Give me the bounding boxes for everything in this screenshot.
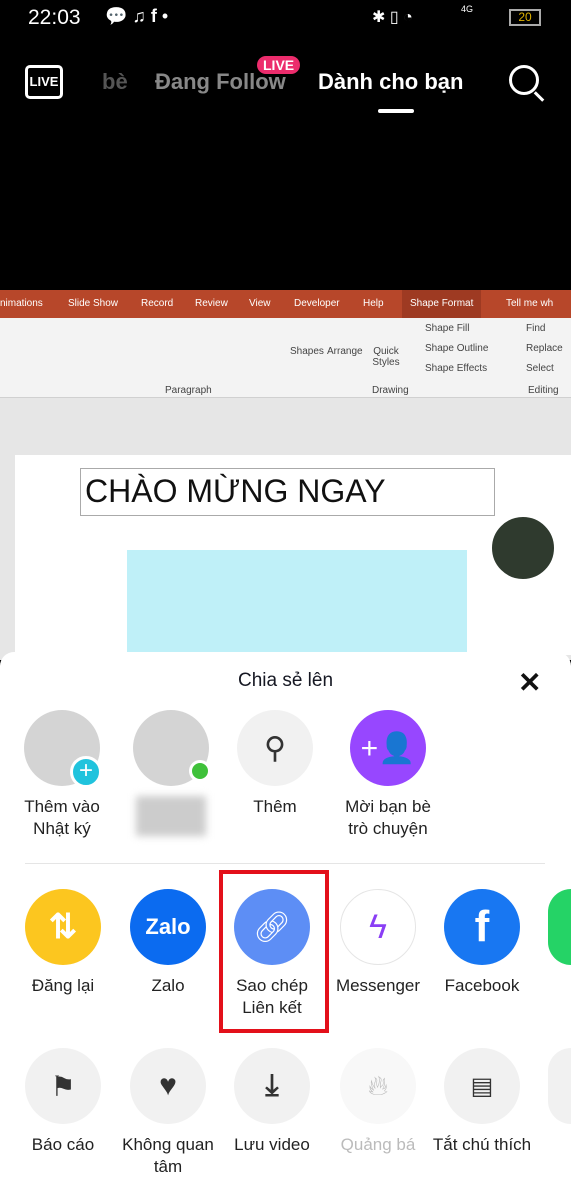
download-icon: ⤓	[234, 1048, 310, 1124]
broken-heart-icon: ♥	[130, 1048, 206, 1124]
battery-icon: 20	[509, 9, 541, 26]
slide-title: CHÀO MỪNG NGAY	[85, 473, 386, 509]
label: Thêm vào Nhật ký	[24, 797, 100, 838]
ribbon-tab: View	[249, 298, 271, 309]
ribbon: Shapes Arrange Quick Styles Shape Fill S…	[0, 318, 571, 398]
ribbon-group: Paragraph	[165, 385, 212, 396]
whatsapp-icon[interactable]	[548, 889, 571, 965]
label: Mời bạn bè trò chuyện	[345, 797, 431, 838]
avatar-placeholder-icon	[133, 710, 211, 786]
label: Messenger	[335, 976, 421, 995]
ribbon-btn: Quick Styles	[372, 346, 400, 368]
ribbon-tab: Record	[141, 298, 174, 309]
share-messenger[interactable]: ϟ Messenger	[326, 889, 430, 997]
label: Đăng lại	[31, 976, 95, 995]
ribbon-tab: nimations	[0, 298, 43, 309]
notification-icons: 💬 ♫ f •	[105, 6, 169, 26]
ribbon-btn: Shape Outline	[425, 343, 489, 354]
active-tab-indicator	[378, 109, 414, 113]
label: Thêm	[253, 797, 297, 816]
search-icon-handle	[533, 91, 545, 102]
label: Lưu video	[234, 1135, 310, 1154]
ribbon-tab-active: Shape Format	[402, 290, 482, 318]
live-badge: LIVE	[257, 56, 301, 74]
share-invite-friends[interactable]: +👤 Mời bạn bè trò chuyện	[336, 710, 440, 840]
top-nav: LIVE bè Đang Follow LIVE Dành cho bạn	[0, 55, 571, 115]
action-captions-off[interactable]: ▤ Tắt chú thích	[430, 1048, 534, 1156]
ribbon-tabs: nimations Slide Show Record Review View …	[0, 290, 571, 318]
ribbon-btn: Find	[526, 323, 546, 334]
zalo-icon: Zalo	[130, 889, 206, 965]
highlight-box	[219, 870, 329, 1033]
tab-for-you[interactable]: Dành cho bạn	[318, 69, 463, 95]
status-bar: 22:03 💬 ♫ f • ✱ ▯ ◔ 4G 20	[0, 0, 571, 38]
ribbon-btn: Arrange	[327, 346, 363, 357]
messenger-icon: ϟ	[340, 889, 416, 965]
ribbon-tab: Review	[195, 298, 228, 309]
system-icons: ✱ ▯ ◔	[372, 9, 413, 26]
action-save-video[interactable]: ⤓ Lưu video	[220, 1048, 324, 1156]
label: Quảng bá	[340, 1135, 416, 1154]
label: Facebook	[444, 976, 520, 995]
ribbon-tab: Tell me wh	[506, 298, 554, 309]
ribbon-btn: Replace	[526, 343, 563, 354]
share-add-to-story[interactable]: + Thêm vào Nhật ký	[10, 710, 114, 840]
blurred-name	[136, 796, 206, 836]
video-content[interactable]: nimations Slide Show Record Review View …	[0, 290, 571, 660]
ribbon-btn: Shapes	[290, 346, 324, 357]
action-promote: 🔥︎ Quảng bá	[326, 1048, 430, 1156]
online-dot	[189, 760, 211, 782]
ribbon-tab: Help	[363, 298, 384, 309]
label: Báo cáo	[31, 1135, 95, 1154]
more-action-icon[interactable]	[548, 1048, 571, 1124]
share-facebook[interactable]: f Facebook	[430, 889, 534, 997]
avatar-placeholder-icon: +	[24, 710, 102, 788]
repost-icon: ⇅	[25, 889, 101, 965]
label: Tắt chú thích	[432, 1135, 532, 1154]
ribbon-btn: Shape Fill	[425, 323, 470, 334]
divider	[25, 863, 545, 864]
share-more-contacts[interactable]: ⚲ Thêm	[223, 710, 327, 818]
add-person-icon: +👤	[350, 710, 426, 786]
tab-friends[interactable]: bè	[102, 69, 128, 95]
flame-icon: 🔥︎	[340, 1048, 416, 1124]
search-icon: ⚲	[237, 710, 313, 786]
slide: CHÀO MỪNG NGAY	[15, 455, 571, 660]
label: Không quan tâm	[122, 1135, 214, 1176]
share-repost[interactable]: ⇅ Đăng lại	[11, 889, 115, 997]
ribbon-tab: Developer	[294, 298, 340, 309]
action-report[interactable]: ⚑ Báo cáo	[11, 1048, 115, 1156]
slide-image	[127, 550, 467, 660]
action-not-interested[interactable]: ♥ Không quan tâm	[116, 1048, 220, 1178]
clock: 22:03	[28, 6, 81, 29]
share-title: Chia sẻ lên	[237, 670, 334, 691]
ribbon-tab: Slide Show	[68, 298, 119, 309]
plus-icon: +	[70, 756, 102, 788]
share-sheet: Chia sẻ lên ✕ + Thêm vào Nhật ký ⚲ Thêm …	[0, 652, 571, 1200]
facebook-icon: f	[444, 889, 520, 965]
captions-off-icon: ▤	[444, 1048, 520, 1124]
ribbon-btn: Select	[526, 363, 554, 374]
ribbon-group: Drawing	[372, 385, 409, 396]
ribbon-group: Editing	[528, 385, 559, 396]
search-icon[interactable]	[509, 65, 539, 95]
share-contact[interactable]	[119, 710, 223, 836]
network-label: 4G	[461, 4, 474, 14]
live-tv-icon[interactable]: LIVE	[25, 65, 63, 99]
label: Zalo	[151, 976, 185, 995]
share-zalo[interactable]: Zalo Zalo	[116, 889, 220, 997]
flag-icon: ⚑	[25, 1048, 101, 1124]
close-icon[interactable]: ✕	[518, 666, 541, 699]
ribbon-btn: Shape Effects	[425, 363, 488, 374]
creator-avatar[interactable]	[490, 515, 556, 581]
